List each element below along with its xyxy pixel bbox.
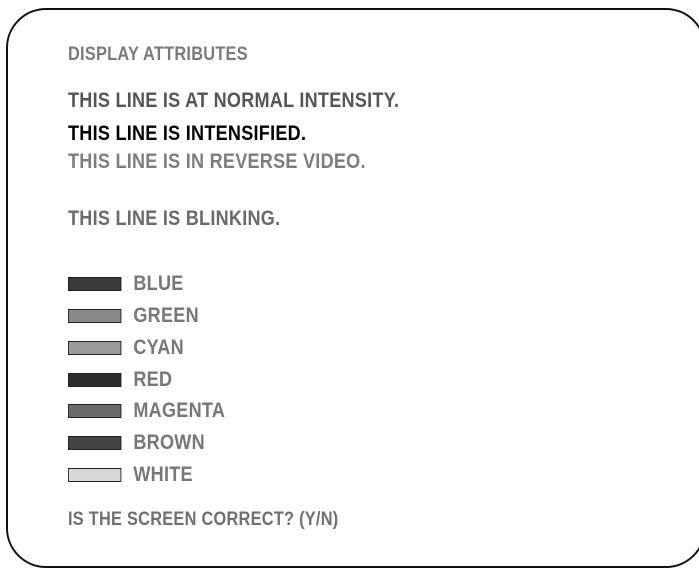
crt-screen: DISPLAY ATTRIBUTES THIS LINE IS AT NORMA… [6, 8, 699, 568]
brown-swatch [68, 436, 122, 450]
blinking-line: THIS LINE IS BLINKING. [68, 207, 281, 230]
color-label-cyan: CYAN [133, 336, 184, 359]
reverse-video-line: THIS LINE IS IN REVERSE VIDEO. [68, 150, 366, 173]
normal-intensity-line: THIS LINE IS AT NORMAL INTENSITY. [68, 89, 400, 112]
color-label-blue: BLUE [133, 272, 184, 295]
blue-swatch [68, 277, 122, 291]
screen-title: DISPLAY ATTRIBUTES [68, 44, 248, 65]
cyan-swatch [68, 341, 122, 355]
color-label-magenta: MAGENTA [133, 399, 226, 422]
color-label-green: GREEN [133, 304, 199, 327]
color-label-white: WHITE [133, 463, 193, 486]
confirm-prompt[interactable]: IS THE SCREEN CORRECT? (Y/N) [68, 508, 338, 532]
green-swatch [68, 309, 122, 323]
magenta-swatch [68, 404, 122, 418]
red-swatch [68, 373, 122, 387]
color-label-red: RED [133, 368, 173, 391]
color-label-brown: BROWN [133, 431, 205, 454]
intensified-line: THIS LINE IS INTENSIFIED. [68, 122, 307, 145]
white-swatch [68, 468, 122, 482]
